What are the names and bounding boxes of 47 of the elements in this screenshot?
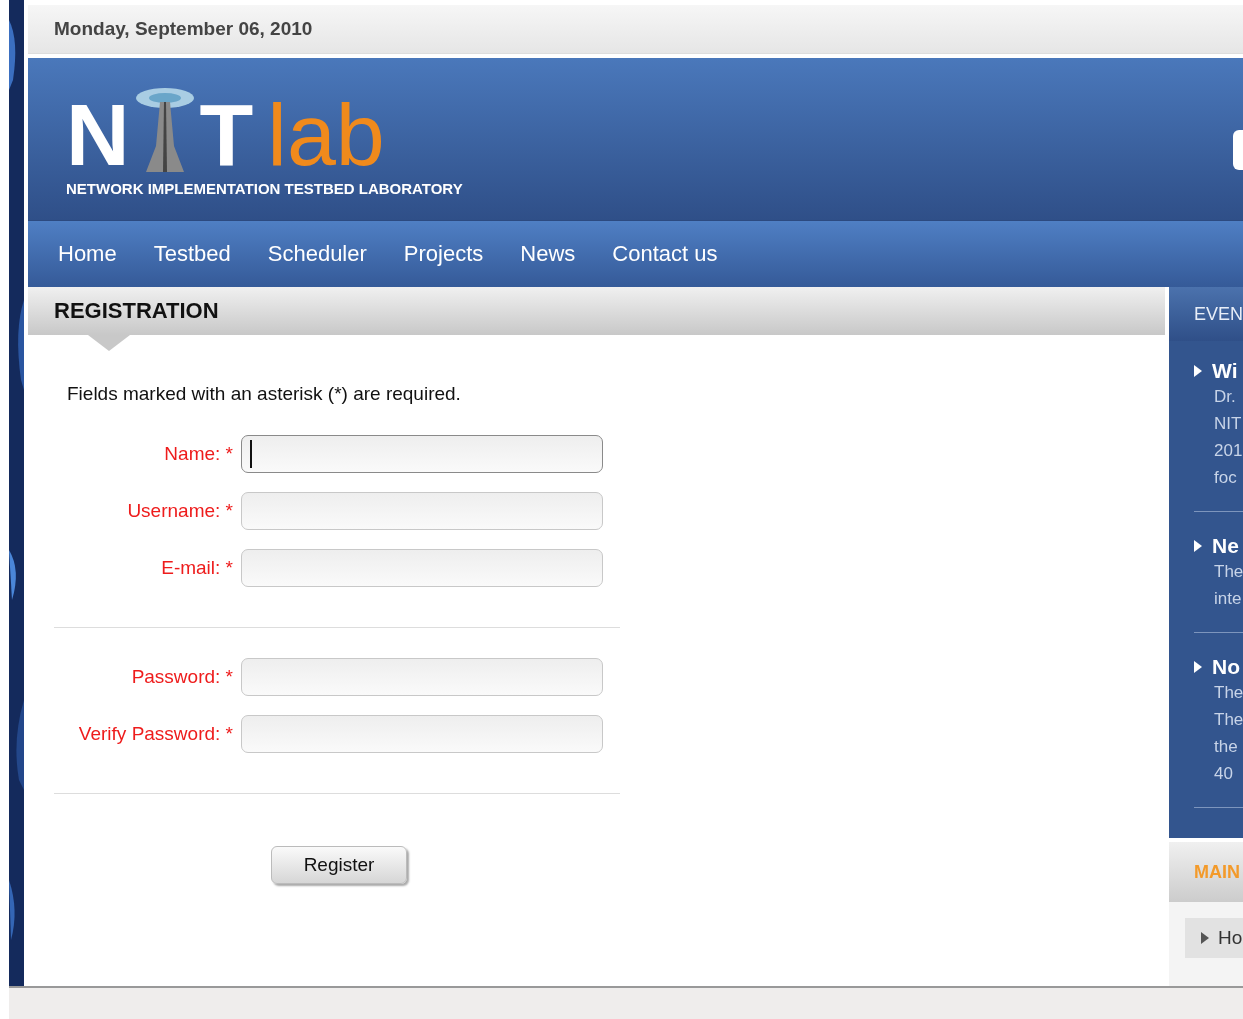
event-text: the bbox=[1214, 736, 1239, 758]
input-field[interactable] bbox=[241, 715, 603, 753]
tower-icon bbox=[133, 86, 196, 174]
date-text: Monday, September 06, 2010 bbox=[54, 18, 313, 40]
panel-title: MAIN bbox=[1194, 861, 1240, 883]
page-title: REGISTRATION bbox=[54, 298, 219, 324]
nav-link[interactable]: Home bbox=[58, 241, 117, 267]
event-text: The bbox=[1214, 682, 1243, 704]
register-button[interactable]: Register bbox=[271, 846, 407, 884]
input-field[interactable] bbox=[241, 492, 603, 530]
logo-tagline: NETWORK IMPLEMENTATION TESTBED LABORATORY bbox=[66, 180, 464, 197]
event-text: The bbox=[1214, 709, 1243, 731]
logo-letter: T bbox=[199, 94, 254, 174]
triangle-icon bbox=[1194, 661, 1202, 673]
logo-letter: N bbox=[66, 94, 130, 174]
triangle-icon bbox=[1194, 540, 1202, 552]
input-field[interactable] bbox=[241, 435, 603, 473]
event-text: Dr. bbox=[1214, 386, 1237, 408]
event-title[interactable]: Ne bbox=[1212, 534, 1239, 558]
event-text: 201 bbox=[1214, 440, 1243, 462]
event-text: 40 bbox=[1214, 763, 1234, 785]
notch-icon bbox=[88, 335, 130, 351]
required-note: Fields marked with an asterisk (*) are required. bbox=[67, 383, 462, 405]
field-label: Password: * bbox=[130, 666, 233, 688]
nav-link[interactable]: News bbox=[520, 241, 576, 267]
event-text: NIT bbox=[1214, 413, 1243, 435]
field-label: E-mail: * bbox=[160, 557, 233, 579]
field-label: Verify Password: * bbox=[77, 723, 233, 745]
panel-title: EVEN bbox=[1194, 303, 1243, 325]
triangle-icon bbox=[1194, 365, 1202, 377]
field-label: Name: * bbox=[163, 443, 233, 465]
nav-link[interactable]: Testbed bbox=[153, 241, 231, 267]
event-text: inte bbox=[1214, 588, 1243, 610]
event-title[interactable]: No bbox=[1212, 655, 1240, 679]
triangle-icon bbox=[1201, 932, 1209, 944]
logo-text: lab bbox=[267, 94, 385, 174]
input-field[interactable] bbox=[241, 549, 603, 587]
nav-link[interactable]: Contact us bbox=[612, 241, 718, 267]
nav-link[interactable]: Projects bbox=[403, 241, 484, 267]
event-text: The bbox=[1214, 561, 1243, 583]
search-field[interactable] bbox=[1233, 130, 1243, 170]
nav-link[interactable]: Scheduler bbox=[267, 241, 367, 267]
menu-item[interactable]: Ho bbox=[1185, 918, 1243, 958]
input-field[interactable] bbox=[241, 658, 603, 696]
event-title[interactable]: Wi bbox=[1212, 359, 1238, 383]
event-text: foc bbox=[1214, 467, 1238, 489]
field-label: Username: * bbox=[126, 500, 233, 522]
